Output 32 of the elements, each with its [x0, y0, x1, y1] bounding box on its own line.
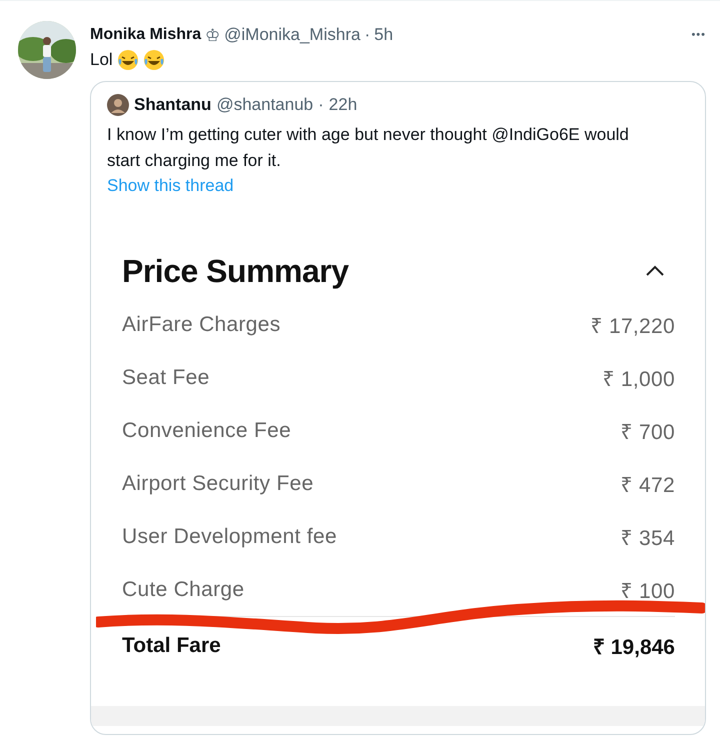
fee-label: User Development fee: [122, 524, 337, 548]
fee-amount: ₹ 354: [620, 526, 675, 550]
author-handle[interactable]: @iMonika_Mishra: [224, 25, 360, 45]
total-amount: ₹ 19,846: [592, 635, 675, 660]
price-summary-title: Price Summary: [122, 252, 349, 290]
fee-label: AirFare Charges: [122, 312, 281, 336]
author-name[interactable]: Shantanu: [134, 95, 212, 115]
separator-dot: ·: [318, 95, 324, 115]
fee-label: Cute Charge: [122, 578, 244, 602]
avatar: [107, 94, 129, 116]
separator-dot: ·: [364, 25, 370, 45]
fee-label: Seat Fee: [122, 366, 210, 390]
fee-amount: ₹ 17,220: [590, 314, 675, 338]
fee-amount: ₹ 472: [620, 472, 675, 498]
tweet-text: Lol: [90, 50, 113, 70]
fee-amount: ₹ 1,000: [602, 366, 675, 392]
laughing-face-icon: [142, 49, 165, 71]
fee-amount: ₹ 700: [620, 420, 675, 444]
quote-card[interactable]: [90, 81, 706, 735]
author-name[interactable]: Monika Mishra: [90, 26, 202, 44]
total-label: Total Fare: [122, 634, 221, 658]
tweet-time: 22h: [328, 95, 358, 115]
fee-label: Airport Security Fee: [122, 472, 314, 496]
chevron-up-icon[interactable]: [645, 265, 665, 277]
more-button[interactable]: •••: [691, 29, 706, 41]
tweet-time[interactable]: 5h: [374, 25, 394, 45]
fee-label: Convenience Fee: [122, 418, 292, 442]
quoted-tweet-text: I know I’m getting cuter with age but never thought @IndiGo6E would start charging me for it.: [106, 124, 630, 172]
fee-amount: ₹ 100: [620, 578, 675, 604]
laughing-face-icon: [116, 49, 139, 71]
author-handle: @shantanub: [216, 95, 314, 115]
crown-symbol: ♔: [205, 24, 220, 46]
